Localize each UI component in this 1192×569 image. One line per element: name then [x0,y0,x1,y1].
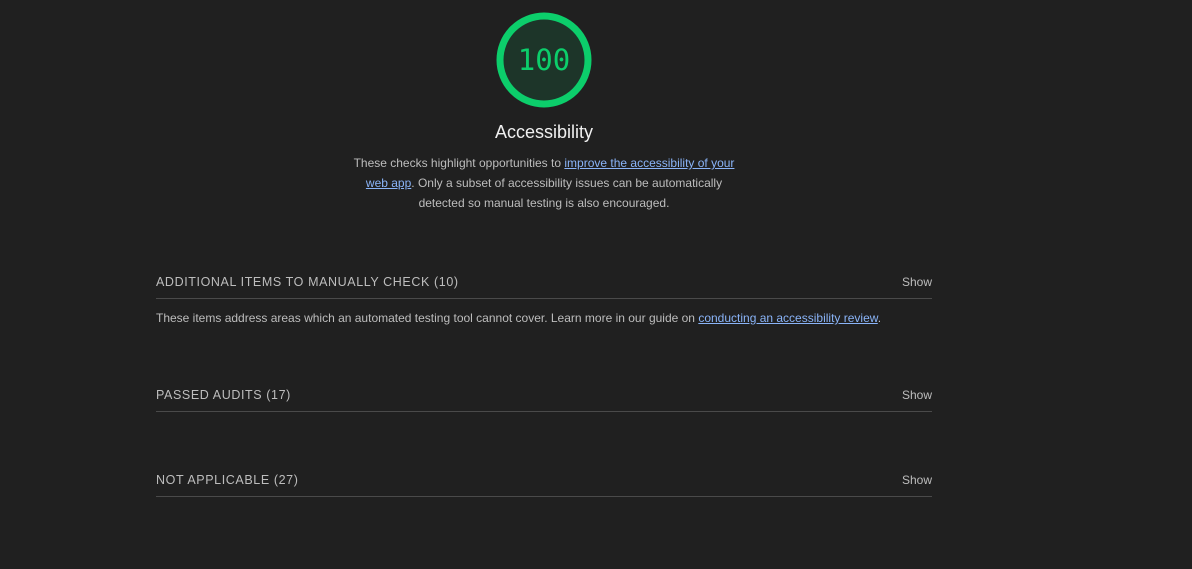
group-header-manual-checks[interactable]: ADDITIONAL ITEMS TO MANUALLY CHECK (10) … [156,262,932,299]
show-toggle-button[interactable]: Show [902,473,932,487]
accessibility-review-link[interactable]: conducting an accessibility review [698,311,877,325]
category-description: These checks highlight opportunities to … [344,153,744,213]
show-toggle-button[interactable]: Show [902,388,932,402]
show-toggle-button[interactable]: Show [902,275,932,289]
group-manual-checks: ADDITIONAL ITEMS TO MANUALLY CHECK (10) … [156,262,932,325]
group-header-passed-audits[interactable]: PASSED AUDITS (17) Show [156,375,932,412]
description-text-end: . Only a subset of accessibility issues … [411,176,723,210]
score-gauge[interactable]: 100 [496,12,592,108]
group-not-applicable: NOT APPLICABLE (27) Show [156,460,932,497]
description-text: These checks highlight opportunities to [353,156,565,170]
category-title: Accessibility [494,122,594,142]
group-description-text: These items address areas which an autom… [156,311,699,325]
score-value: 100 [517,43,571,77]
group-title: NOT APPLICABLE (27) [156,473,299,487]
group-description-end: . [877,311,882,325]
lighthouse-report: 100 Accessibility These checks highlight… [0,0,1192,569]
group-title: PASSED AUDITS (17) [156,388,291,402]
group-title: ADDITIONAL ITEMS TO MANUALLY CHECK (10) [156,275,459,289]
group-passed-audits: PASSED AUDITS (17) Show [156,375,932,412]
group-header-not-applicable[interactable]: NOT APPLICABLE (27) Show [156,460,932,497]
group-description: These items address areas which an autom… [156,311,932,325]
